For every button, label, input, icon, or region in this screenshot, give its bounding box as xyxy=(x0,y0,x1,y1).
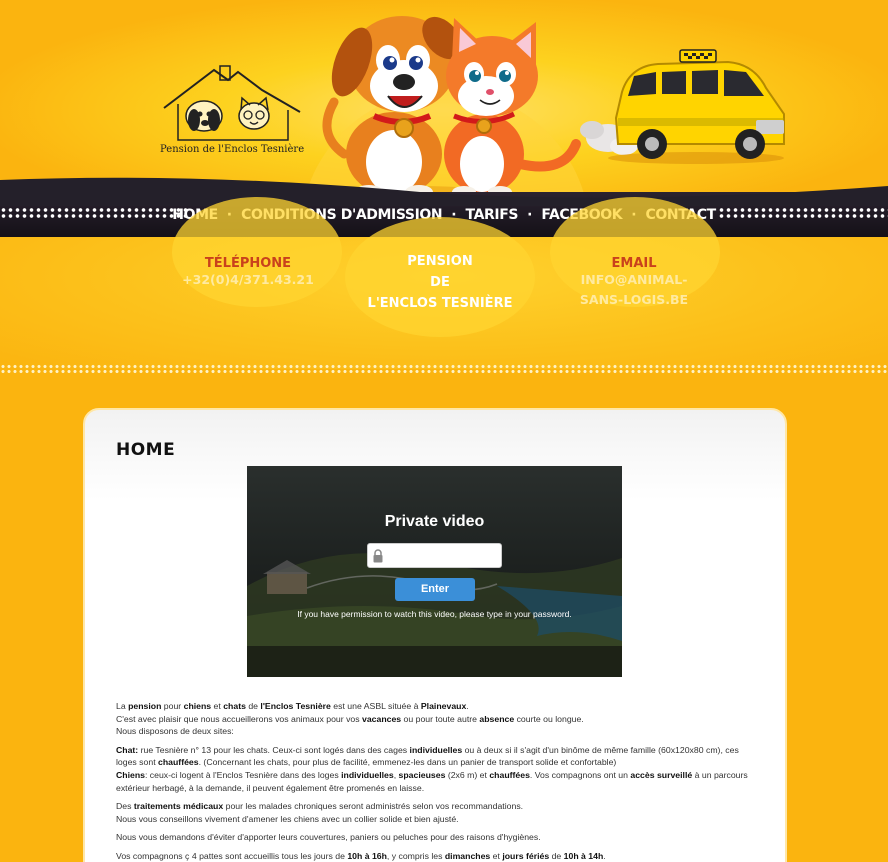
video-help-text: If you have permission to watch this vid… xyxy=(297,609,572,619)
text: Nous disposons de deux sites: xyxy=(116,726,234,737)
phone-title: TÉLÉPHONE xyxy=(204,256,292,271)
bold-text: 10h à 14h xyxy=(563,850,604,861)
email-address-line-1[interactable]: INFO@ANIMAL- xyxy=(566,272,702,287)
text: , y compris les xyxy=(386,850,445,861)
bold-text: chiens xyxy=(183,701,212,711)
phone-bubble xyxy=(172,197,342,307)
text: pour les malades chroniques seront admin… xyxy=(223,801,524,812)
video-password-input[interactable] xyxy=(367,543,502,568)
text: . xyxy=(466,701,469,711)
text: Vos compagnons ç 4 pattes sont accueilli… xyxy=(116,850,348,861)
bold-text: l'Enclos Tesnière xyxy=(260,701,331,711)
intro-paragraph: La pension pour chiens et chats de l'Enc… xyxy=(116,700,756,738)
bold-text: Plainevaux xyxy=(420,701,467,711)
nav-separator: · xyxy=(527,207,533,223)
pension-line-2: DE xyxy=(430,275,450,290)
text: de xyxy=(245,701,261,711)
dog-and-cat-mascot-image xyxy=(322,16,581,200)
email-address-line-2[interactable]: SANS-LOGIS.BE xyxy=(566,292,702,307)
text: et xyxy=(490,850,503,861)
bold-text: accès surveillé xyxy=(630,769,693,780)
bold-text: pension xyxy=(128,701,162,711)
text: ou pour toute autre xyxy=(401,713,480,724)
pension-line-3: L'ENCLOS TESNIÈRE xyxy=(367,296,513,311)
text: La xyxy=(116,701,129,711)
text: pour xyxy=(161,701,184,711)
text: . Vos compagnons ont un xyxy=(529,769,631,780)
text: : ceux-ci logent à l'Enclos Tesnière dan… xyxy=(144,769,342,780)
bold-text: chauffées xyxy=(158,757,199,768)
phone-number[interactable]: +32(0)4/371.43.21 xyxy=(180,272,316,287)
text: C'est avec plaisir que nous accueilleron… xyxy=(116,713,362,724)
bold-text: absence xyxy=(479,713,515,724)
sites-paragraph: Chat: rue Tesnière n° 13 pour les chats.… xyxy=(116,744,756,794)
dotted-divider xyxy=(0,364,888,374)
text: Des xyxy=(116,801,134,812)
bold-text: chats xyxy=(223,701,246,711)
bold-text: Chiens xyxy=(116,769,145,780)
bold-text: chauffées xyxy=(489,769,530,780)
text: . (Concernant les chats, pour plus de fa… xyxy=(198,757,617,768)
taxi-van-image xyxy=(580,49,785,164)
text: est une ASBL située à xyxy=(330,701,421,711)
text: . xyxy=(603,850,606,861)
text: de xyxy=(549,850,564,861)
text: Nous vous conseillons vivement d'amener … xyxy=(116,813,459,824)
bold-text: individuelles xyxy=(409,744,463,755)
bold-text: jours fériés xyxy=(502,850,550,861)
hygiene-paragraph: Nous vous demandons d'éviter d'apporter … xyxy=(116,832,541,843)
site-header: Pension de l'Enclos Tesnière xyxy=(0,0,888,200)
email-title: EMAIL xyxy=(611,256,657,271)
bold-text: dimanches xyxy=(444,850,491,861)
private-video-title: Private video xyxy=(384,513,485,530)
home-content: La pension pour chiens et chats de l'Enc… xyxy=(116,700,756,862)
page-title: HOME xyxy=(116,440,176,460)
private-video-player[interactable]: Private video Enter If you have permissi… xyxy=(247,466,622,677)
bold-text: Chat: xyxy=(116,744,139,755)
lock-icon xyxy=(373,549,383,563)
hours-paragraph: Vos compagnons ç 4 pattes sont accueilli… xyxy=(116,850,756,862)
text: rue Tesnière n° 13 pour les chats. Ceux-… xyxy=(138,744,410,755)
bold-text: vacances xyxy=(362,713,402,724)
logo-text: Pension de l'Enclos Tesnière xyxy=(160,144,305,155)
video-background-landscape xyxy=(247,466,622,677)
bold-text: 10h à 16h xyxy=(347,850,387,861)
text: et xyxy=(211,701,224,711)
medical-paragraph: Des traitements médicaux pour les malade… xyxy=(116,800,756,825)
bold-text: individuelles xyxy=(341,769,394,780)
text: (2x6 m) et xyxy=(445,769,490,780)
pension-line-1: PENSION xyxy=(407,254,473,269)
email-bubble xyxy=(550,197,720,307)
nav-bar-wave xyxy=(0,177,888,206)
enter-button[interactable]: Enter xyxy=(395,578,475,601)
text: courte ou longue. xyxy=(514,713,584,724)
bold-text: spacieuses xyxy=(398,769,446,780)
bold-text: traitements médicaux xyxy=(133,801,224,812)
